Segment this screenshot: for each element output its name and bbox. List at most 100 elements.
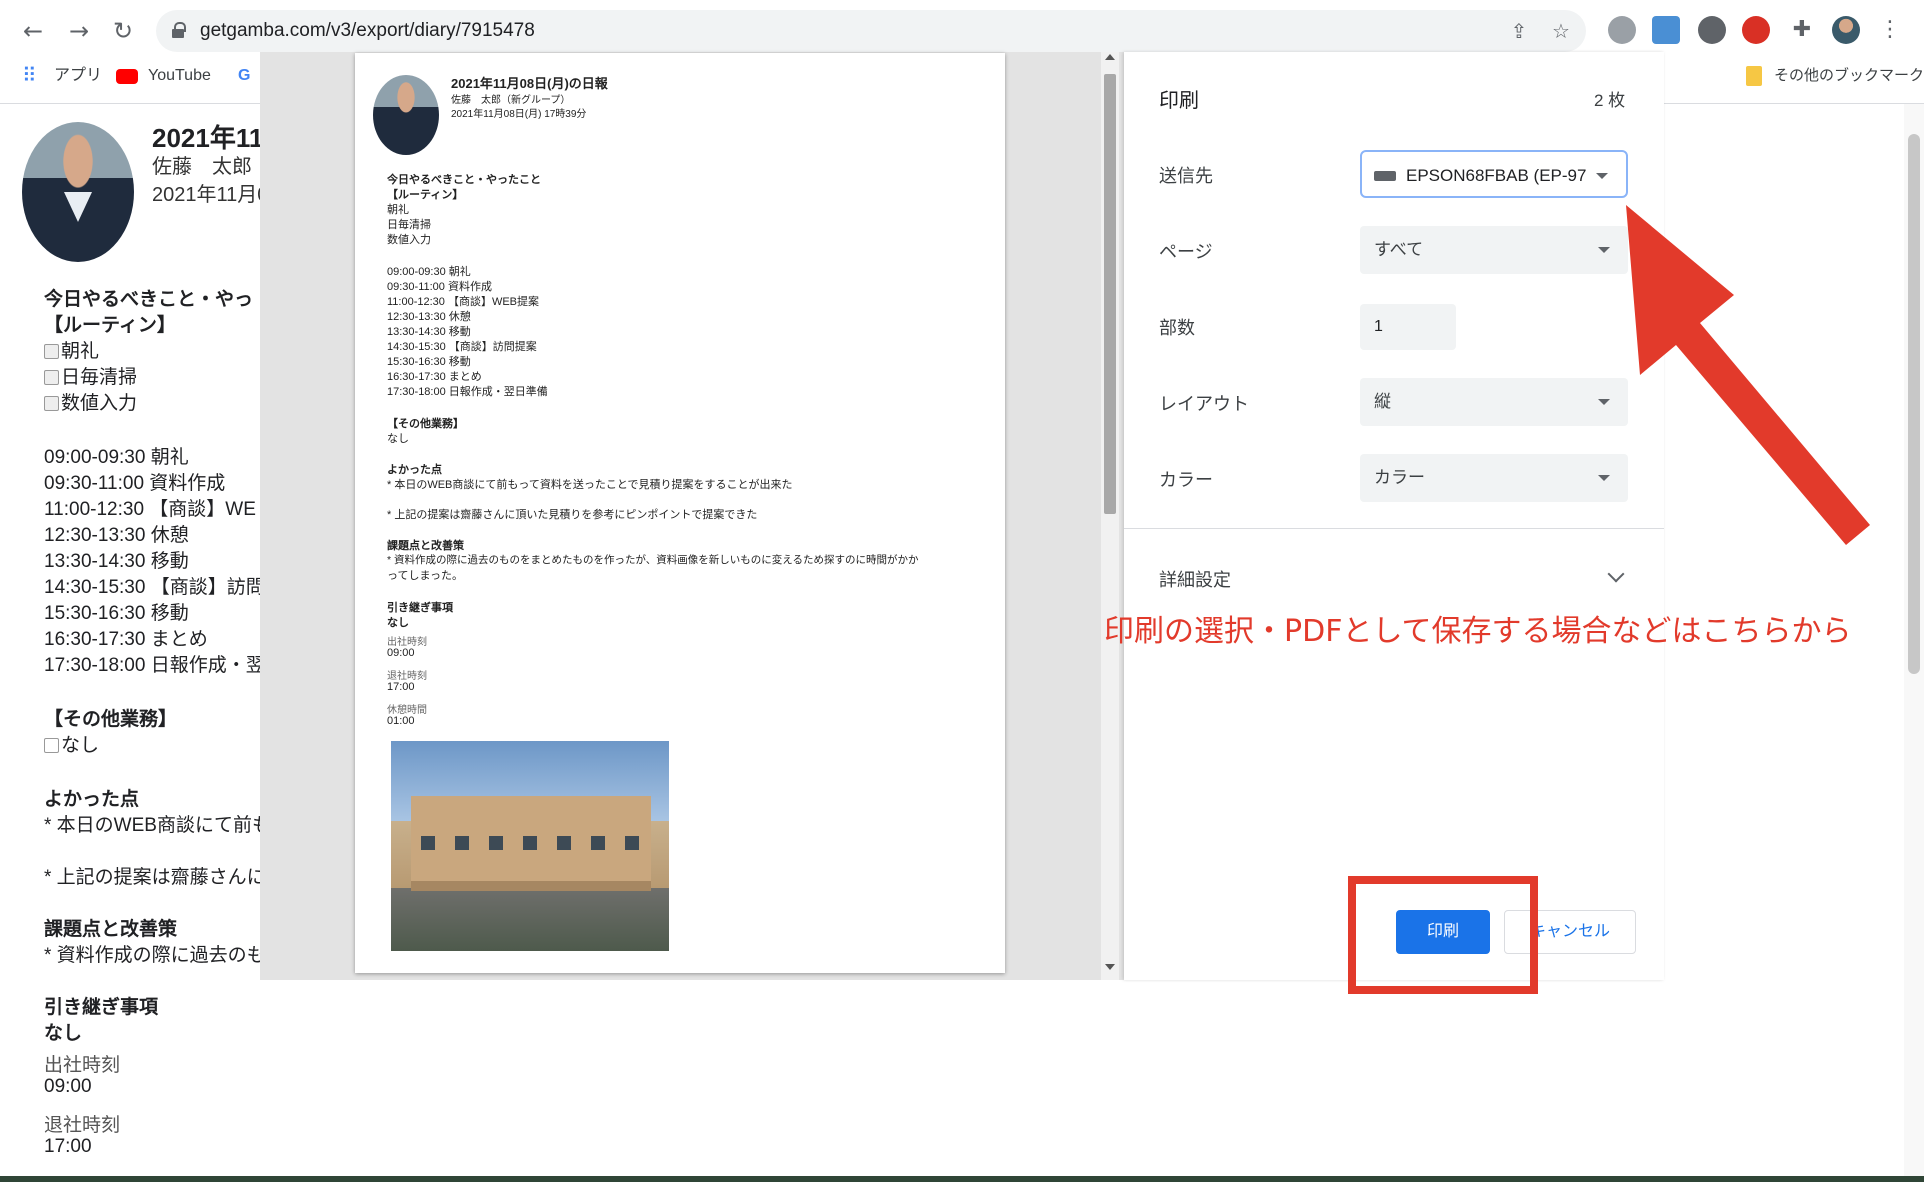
color-value: カラー (1374, 468, 1425, 487)
section-heading: よかった点 (44, 789, 140, 810)
pages-value: すべて (1374, 240, 1424, 259)
field-label: 退社時刻 (44, 1115, 121, 1136)
bookmark-other[interactable]: その他のブックマーク (1774, 62, 1924, 90)
schedule-line: 11:00-12:30 【商談】WE (44, 499, 256, 520)
pages-select[interactable]: すべて (1360, 226, 1628, 274)
checkbox[interactable] (44, 738, 59, 753)
avatar (373, 75, 439, 155)
preview-text: なし (387, 617, 409, 629)
preview-schedule: 09:00-09:30 朝礼 (387, 266, 471, 278)
checkbox[interactable] (44, 396, 59, 411)
preview-schedule: 11:00-12:30 【商談】WEB提案 (387, 296, 540, 308)
layout-value: 縦 (1374, 392, 1391, 411)
list-item: 数値入力 (44, 388, 137, 415)
schedule-line: 12:30-13:30 休憩 (44, 525, 189, 546)
schedule-line: 09:30-11:00 資料作成 (44, 473, 226, 494)
google-icon[interactable]: G (238, 62, 250, 90)
apps-grid-icon: ⠿ (22, 65, 37, 87)
schedule-line: 14:30-15:30 【商談】訪問 (44, 577, 265, 598)
preview-item: 数値入力 (387, 234, 431, 246)
field-value: 17:00 (44, 1136, 92, 1157)
pages-label: ページ (1159, 242, 1213, 262)
preview-schedule: 09:30-11:00 資料作成 (387, 281, 492, 293)
preview-value: 09:00 (387, 647, 415, 659)
preview-heading: 今日やるべきこと・やったこと (387, 174, 541, 186)
folder-icon (1746, 66, 1762, 86)
extension-icon[interactable] (1608, 16, 1636, 44)
share-icon[interactable]: ⇪ (1506, 18, 1532, 44)
chevron-down-icon[interactable] (1607, 565, 1625, 583)
layout-select[interactable]: 縦 (1360, 378, 1628, 426)
list-item: なし (44, 730, 99, 757)
profile-avatar[interactable] (1832, 16, 1860, 44)
preview-schedule: 16:30-17:30 まとめ (387, 371, 482, 383)
schedule-line: 15:30-16:30 移動 (44, 603, 189, 624)
diary-date: 2021年11月0 (152, 184, 269, 206)
bookmark-star-icon[interactable]: ☆ (1548, 18, 1574, 44)
preview-title: 2021年11月08日(月)の日報 (451, 76, 608, 91)
schedule-line: 16:30-17:30 まとめ (44, 629, 208, 650)
back-icon[interactable]: ← (16, 14, 50, 48)
schedule-line: 17:30-18:00 日報作成・翌 (44, 655, 265, 676)
forward-icon[interactable]: → (62, 14, 96, 48)
url-text[interactable]: getgamba.com/v3/export/diary/7915478 (200, 10, 535, 52)
text-line: なし (44, 1023, 83, 1044)
annotation-arrow (1626, 205, 1870, 545)
page-scrollbar[interactable] (1904, 104, 1924, 1178)
text-line: * 資料作成の際に過去のも (44, 945, 266, 966)
preview-value: 01:00 (387, 715, 415, 727)
destination-label: 送信先 (1159, 166, 1213, 186)
section-heading: 課題点と改善策 (44, 919, 178, 940)
puzzle-icon[interactable]: ✚ (1788, 16, 1816, 44)
extension-icon[interactable] (1698, 16, 1726, 44)
menu-icon[interactable]: ⋮ (1876, 16, 1904, 44)
preview-timestamp: 2021年11月08日(月) 17時39分 (451, 109, 587, 120)
extension-icon[interactable] (1742, 16, 1770, 44)
more-settings-label[interactable]: 詳細設定 (1159, 566, 1231, 592)
chevron-down-icon (1596, 173, 1608, 179)
text-line: * 本日のWEB商談にて前も (44, 815, 271, 836)
divider (1124, 528, 1664, 529)
copies-input[interactable]: 1 (1360, 304, 1456, 350)
annotation-text: 印刷の選択・PDFとして保存する場合などはこちらから (1104, 614, 1852, 649)
preview-schedule: 14:30-15:30 【商談】訪問提案 (387, 341, 537, 353)
section-heading: 【その他業務】 (44, 709, 178, 730)
checkbox[interactable] (44, 370, 59, 385)
preview-heading: よかった点 (387, 464, 442, 476)
text-line: * 上記の提案は齋藤さんに (44, 867, 266, 888)
preview-item: なし (387, 433, 409, 445)
preview-heading: 【その他業務】 (387, 418, 464, 430)
address-bar[interactable]: getgamba.com/v3/export/diary/7915478 ⇪ ☆ (156, 10, 1586, 52)
extension-icon[interactable] (1652, 16, 1680, 44)
section-heading: 【ルーティン】 (44, 315, 176, 336)
preview-text: * 資料作成の際に過去のものをまとめたものを作ったが、資料画像を新しいものに変え… (387, 554, 919, 566)
preview-heading: 引き継ぎ事項 (387, 602, 453, 614)
field-value: 09:00 (44, 1076, 92, 1097)
preview-heading: 【ルーティン】 (387, 189, 464, 201)
destination-select[interactable]: EPSON68FBAB (EP-97 (1360, 150, 1628, 198)
preview-scrollbar[interactable] (1101, 52, 1119, 980)
destination-value: EPSON68FBAB (EP-97 (1406, 166, 1587, 185)
annotation-highlight-box (1348, 876, 1538, 994)
lock-icon (172, 22, 186, 38)
preview-item: 朝礼 (387, 204, 409, 216)
field-label: 出社時刻 (44, 1055, 121, 1076)
preview-schedule: 12:30-13:30 休憩 (387, 311, 471, 323)
preview-schedule: 17:30-18:00 日報作成・翌日準備 (387, 386, 548, 398)
reload-icon[interactable]: ↻ (106, 14, 140, 48)
scroll-up-icon[interactable] (1105, 54, 1115, 60)
layout-label: レイアウト (1159, 394, 1249, 414)
color-select[interactable]: カラー (1360, 454, 1628, 502)
scroll-down-icon[interactable] (1105, 964, 1115, 970)
preview-label: 休憩時間 (387, 705, 427, 716)
preview-heading: 課題点と改善策 (387, 540, 464, 552)
checkbox[interactable] (44, 344, 59, 359)
author-name: 佐藤 太郎 (152, 156, 252, 178)
bookmark-apps[interactable]: アプリ (54, 62, 102, 90)
bookmark-youtube[interactable]: YouTube (148, 62, 211, 90)
section-heading: 引き継ぎ事項 (44, 997, 159, 1018)
schedule-line: 13:30-14:30 移動 (44, 551, 189, 572)
preview-value: 17:00 (387, 681, 415, 693)
list-item: 朝礼 (44, 336, 99, 363)
color-label: カラー (1159, 470, 1213, 490)
